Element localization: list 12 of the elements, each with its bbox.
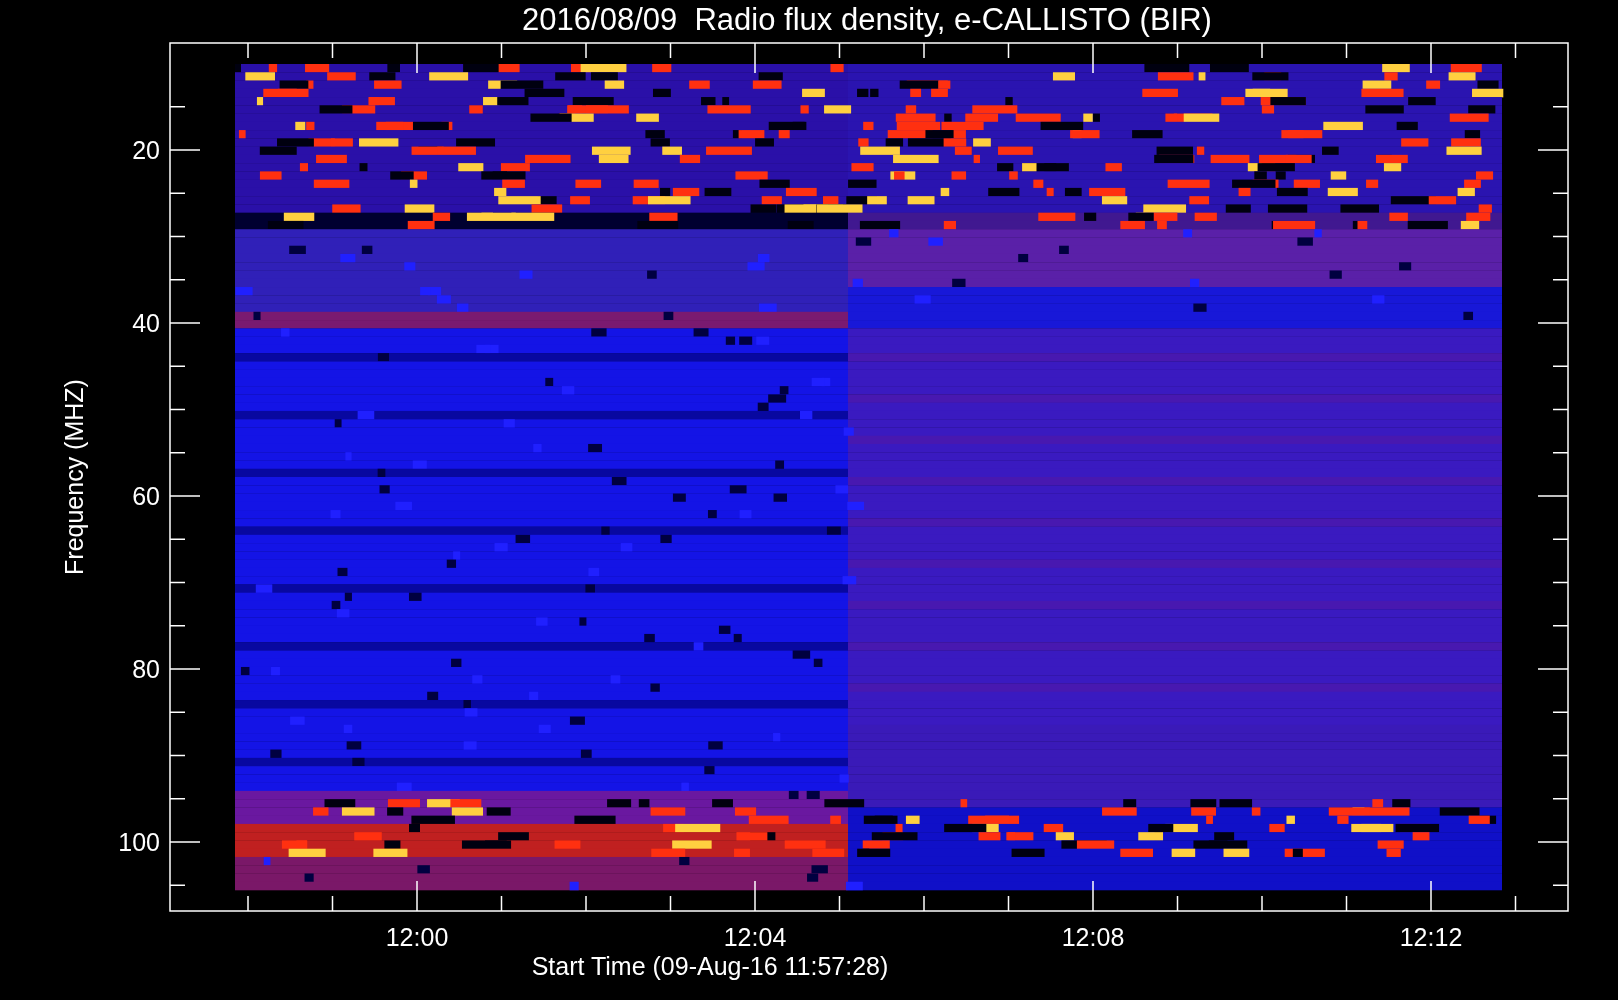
y-tick-label: 100 — [118, 828, 160, 856]
x-tick-label: 12:00 — [385, 923, 449, 951]
x-tick-label: 12:12 — [1399, 923, 1463, 951]
y-tick-label: 40 — [132, 309, 160, 337]
y-axis-title: Frequency (MHZ) — [60, 379, 88, 575]
x-axis-title: Start Time (09-Aug-16 11:57:28) — [531, 952, 889, 980]
plot-title: 2016/08/09 Radio flux density, e-CALLISTO (BIR) — [522, 2, 1212, 37]
x-tick-label: 12:04 — [723, 923, 787, 951]
y-tick-label: 80 — [132, 655, 160, 683]
y-tick-label: 60 — [132, 482, 160, 510]
x-tick-label: 12:08 — [1061, 923, 1125, 951]
y-tick-label: 20 — [132, 136, 160, 164]
